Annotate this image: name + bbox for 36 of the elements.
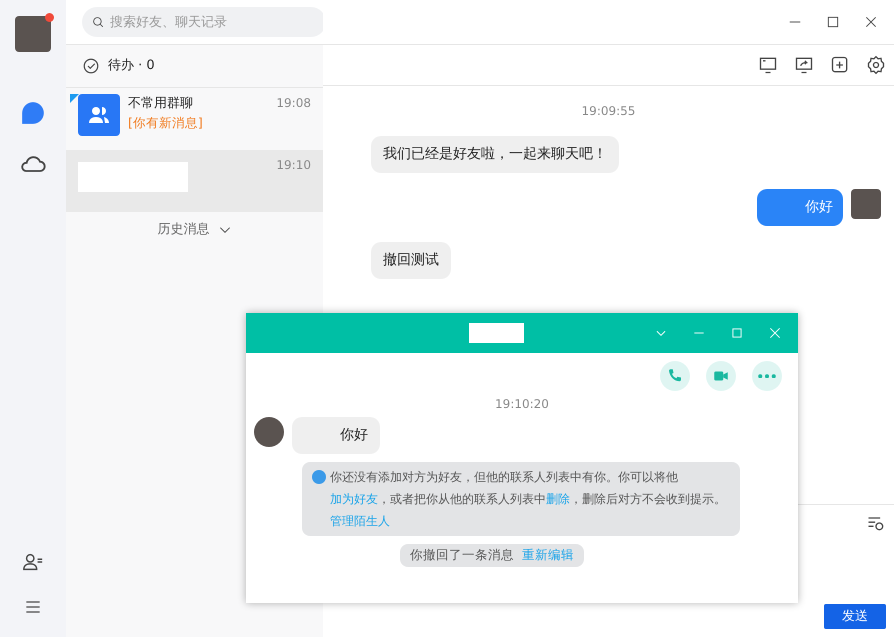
redaction-block: [469, 323, 524, 343]
recall-text: 你撤回了一条消息: [410, 546, 514, 564]
settings-icon[interactable]: [866, 55, 886, 75]
more-icon: [758, 374, 776, 378]
message-time: 19:09:55: [580, 103, 636, 120]
re-edit-link[interactable]: 重新编辑: [522, 546, 574, 565]
conversation-item[interactable]: 不常用群聊 [你有新消息] 19:08: [66, 88, 323, 150]
message-bubble: 你好: [292, 417, 380, 454]
notice-link[interactable]: 删除: [546, 492, 570, 506]
todo-label[interactable]: 待办 · 0: [108, 56, 155, 76]
monitor-icon[interactable]: [758, 55, 778, 75]
notice-link[interactable]: 管理陌生人: [330, 514, 390, 528]
check-circle-icon: [82, 57, 100, 75]
contacts-icon[interactable]: [22, 551, 44, 573]
conversation-time: 19:10: [276, 157, 311, 174]
message-bubble: 我们已经是好友啦，一起来聊天吧！: [371, 136, 619, 173]
send-button[interactable]: 发送: [824, 604, 886, 629]
conversation-title: 不常用群聊: [128, 95, 194, 113]
chat-bubble-icon[interactable]: [20, 100, 46, 126]
add-box-icon[interactable]: [830, 55, 850, 75]
conversation-preview: [你有新消息]: [128, 114, 203, 132]
history-link[interactable]: 历史消息: [158, 220, 210, 240]
conversation-time: 19:08: [276, 95, 311, 112]
search-field[interactable]: 搜索好友、聊天记录: [82, 7, 326, 37]
group-avatar: [78, 94, 120, 136]
conversation-item[interactable]: 19:10: [66, 150, 323, 212]
message-time: 19:10:20: [494, 396, 550, 413]
notice-link[interactable]: 加为好友: [330, 492, 378, 506]
message-bubble: 撤回测试: [371, 242, 451, 279]
maximize-icon[interactable]: [826, 15, 840, 29]
avatar-photo: [254, 417, 284, 447]
screen-share-icon[interactable]: [794, 55, 814, 75]
help-icon: [312, 470, 326, 484]
message-bubble: 你好: [757, 189, 843, 226]
close-icon[interactable]: [864, 15, 878, 29]
notice-text: 你还没有添加对方为好友，但他的联系人列表中有你。你可以将他 加为好友，或者把你从他的联系人列表中删除，删除后对方不会收到提示。 管理陌生人: [330, 469, 727, 530]
